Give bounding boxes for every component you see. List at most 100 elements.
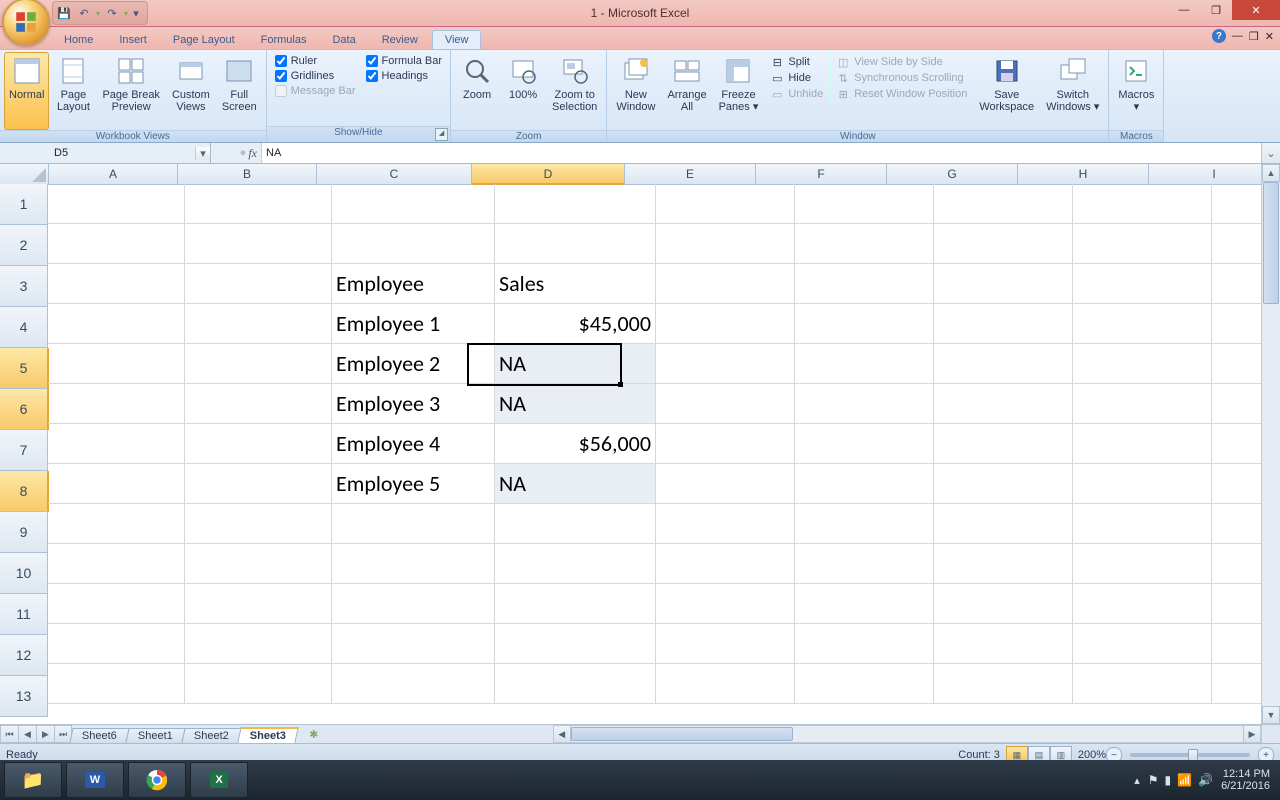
help-icon[interactable]: ?: [1212, 29, 1226, 43]
cell-A12[interactable]: [48, 624, 185, 664]
cell-F9[interactable]: [795, 504, 934, 544]
cell-B11[interactable]: [185, 584, 332, 624]
col-header-D[interactable]: D: [472, 164, 625, 185]
taskbar-excel[interactable]: X: [190, 762, 248, 798]
office-button[interactable]: [2, 0, 50, 46]
cell-B13[interactable]: [185, 664, 332, 704]
cell-C7[interactable]: Employee 4: [332, 424, 495, 464]
cell-E10[interactable]: [656, 544, 795, 584]
page-break-button[interactable]: Page Break Preview: [97, 52, 164, 130]
name-box[interactable]: D5: [50, 146, 195, 160]
zoom-to-selection-button[interactable]: Zoom to Selection: [547, 52, 602, 130]
cell-H10[interactable]: [1073, 544, 1212, 584]
cell-C6[interactable]: Employee 3: [332, 384, 495, 424]
cell-G7[interactable]: [934, 424, 1073, 464]
gridlines-checkbox[interactable]: Gridlines: [275, 70, 356, 82]
cell-C3[interactable]: Employee: [332, 264, 495, 304]
col-header-A[interactable]: A: [49, 164, 178, 185]
row-header-8[interactable]: 8: [0, 471, 49, 512]
taskbar-word[interactable]: W: [66, 762, 124, 798]
cell-A8[interactable]: [48, 464, 185, 504]
cell-H12[interactable]: [1073, 624, 1212, 664]
close-button[interactable]: ✕: [1232, 0, 1280, 20]
hide-button[interactable]: ▭Hide: [767, 70, 826, 86]
name-box-dropdown[interactable]: ▾: [195, 147, 210, 160]
cell-H11[interactable]: [1073, 584, 1212, 624]
cell-D1[interactable]: [495, 184, 656, 224]
cell-C1[interactable]: [332, 184, 495, 224]
cell-G13[interactable]: [934, 664, 1073, 704]
cell-B12[interactable]: [185, 624, 332, 664]
cell-F3[interactable]: [795, 264, 934, 304]
cell-H5[interactable]: [1073, 344, 1212, 384]
cell-H1[interactable]: [1073, 184, 1212, 224]
cell-E9[interactable]: [656, 504, 795, 544]
cell-F11[interactable]: [795, 584, 934, 624]
qat-redo-dd[interactable]: ▾: [123, 6, 129, 20]
cell-C4[interactable]: Employee 1: [332, 304, 495, 344]
cell-F12[interactable]: [795, 624, 934, 664]
cell-D2[interactable]: [495, 224, 656, 264]
cell-B2[interactable]: [185, 224, 332, 264]
zoom-100-button[interactable]: 100%: [501, 52, 545, 130]
row-header-3[interactable]: 3: [0, 266, 48, 307]
mdi-restore[interactable]: ❐: [1249, 30, 1259, 43]
cell-D3[interactable]: Sales: [495, 264, 656, 304]
freeze-panes-button[interactable]: Freeze Panes ▾: [714, 52, 764, 130]
cell-E13[interactable]: [656, 664, 795, 704]
cell-B5[interactable]: [185, 344, 332, 384]
cell-A3[interactable]: [48, 264, 185, 304]
cell-E5[interactable]: [656, 344, 795, 384]
cell-G6[interactable]: [934, 384, 1073, 424]
cell-G9[interactable]: [934, 504, 1073, 544]
cell-C12[interactable]: [332, 624, 495, 664]
maximize-button[interactable]: ❐: [1200, 0, 1232, 20]
page-layout-button[interactable]: Page Layout: [51, 52, 95, 130]
arrange-all-button[interactable]: Arrange All: [662, 52, 711, 130]
cell-G12[interactable]: [934, 624, 1073, 664]
cell-C11[interactable]: [332, 584, 495, 624]
select-all-button[interactable]: [0, 164, 49, 185]
col-header-F[interactable]: F: [756, 164, 887, 185]
scroll-down-arrow[interactable]: ▼: [1262, 706, 1280, 724]
ruler-checkbox[interactable]: Ruler: [275, 55, 356, 67]
taskbar-chrome[interactable]: [128, 762, 186, 798]
scroll-right-arrow[interactable]: ▶: [1243, 726, 1260, 742]
cell-D11[interactable]: [495, 584, 656, 624]
hscroll-thumb[interactable]: [571, 727, 793, 741]
tray-network-icon[interactable]: 📶: [1177, 773, 1192, 787]
cell-C2[interactable]: [332, 224, 495, 264]
cell-D6[interactable]: NA: [495, 384, 656, 424]
cell-H6[interactable]: [1073, 384, 1212, 424]
cell-H13[interactable]: [1073, 664, 1212, 704]
show-hide-dialog-launcher[interactable]: ◢: [435, 128, 448, 141]
cell-F6[interactable]: [795, 384, 934, 424]
mdi-minimize[interactable]: —: [1232, 30, 1243, 42]
cell-F1[interactable]: [795, 184, 934, 224]
qat-redo[interactable]: ↷: [103, 4, 121, 22]
fx-icon[interactable]: fx: [248, 146, 257, 161]
custom-views-button[interactable]: Custom Views: [167, 52, 215, 130]
formula-bar[interactable]: NA: [261, 143, 1261, 163]
tab-review[interactable]: Review: [370, 31, 430, 49]
qat-undo[interactable]: ↶: [75, 4, 93, 22]
tab-view[interactable]: View: [432, 30, 482, 49]
tab-insert[interactable]: Insert: [107, 31, 159, 49]
cell-F5[interactable]: [795, 344, 934, 384]
row-header-10[interactable]: 10: [0, 553, 48, 594]
headings-checkbox[interactable]: Headings: [366, 70, 443, 82]
cell-E4[interactable]: [656, 304, 795, 344]
cell-A5[interactable]: [48, 344, 185, 384]
col-header-G[interactable]: G: [887, 164, 1018, 185]
scroll-left-arrow[interactable]: ◀: [554, 726, 571, 742]
cell-C10[interactable]: [332, 544, 495, 584]
cell-F2[interactable]: [795, 224, 934, 264]
horizontal-scrollbar[interactable]: ◀ ▶: [553, 725, 1261, 743]
vertical-scrollbar[interactable]: ▲ ▼: [1261, 164, 1280, 724]
col-header-E[interactable]: E: [625, 164, 756, 185]
row-header-11[interactable]: 11: [0, 594, 48, 635]
row-header-12[interactable]: 12: [0, 635, 48, 676]
zoom-slider[interactable]: [1130, 753, 1250, 757]
cell-A2[interactable]: [48, 224, 185, 264]
cell-B10[interactable]: [185, 544, 332, 584]
